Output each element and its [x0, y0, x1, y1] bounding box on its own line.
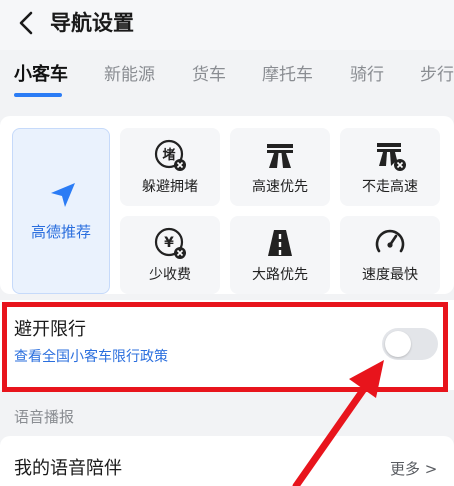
voice-section-label: 语音播报 [14, 408, 75, 426]
active-tab-indicator [14, 93, 62, 97]
tab-motorcycle[interactable]: 摩托车 [262, 62, 313, 88]
option-label: 少收费 [149, 267, 191, 283]
svg-text:¥: ¥ [164, 235, 174, 251]
tab-truck[interactable]: 货车 [192, 62, 226, 88]
no-highway-icon [377, 143, 406, 171]
recommended-label: 高德推荐 [30, 223, 91, 241]
option-label: 大路优先 [252, 267, 308, 283]
recommended-option[interactable]: 高德推荐 [12, 128, 110, 294]
annotation-highlight-box [2, 302, 448, 392]
tab-car[interactable]: 小客车 [14, 62, 68, 88]
main-road-icon [268, 230, 292, 256]
chevron-left-icon [19, 11, 33, 35]
more-link[interactable]: 更多 > [390, 458, 437, 480]
vehicle-tabs: 小客车 新能源 货车 摩托车 骑行 步行 [0, 56, 454, 106]
page-title: 导航设置 [50, 11, 134, 35]
option-label: 不走高速 [362, 179, 418, 195]
back-button[interactable] [12, 8, 40, 38]
speedometer-icon [375, 229, 405, 253]
option-fastest[interactable]: 速度最快 [340, 216, 440, 294]
option-highway-first[interactable]: 高速优先 [230, 128, 330, 206]
top-bar: 导航设置 [0, 0, 454, 50]
highway-icon [267, 144, 293, 168]
option-no-highway[interactable]: 不走高速 [340, 128, 440, 206]
navigation-arrow-icon [51, 183, 75, 207]
option-label: 高速优先 [252, 179, 308, 195]
avoid-congestion-icon: 堵 [154, 139, 186, 171]
tab-cycling[interactable]: 骑行 [350, 62, 384, 88]
option-less-toll[interactable]: ¥ 少收费 [120, 216, 220, 294]
svg-text:堵: 堵 [162, 147, 175, 163]
tab-walking[interactable]: 步行 [420, 62, 454, 88]
less-toll-icon: ¥ [154, 227, 186, 259]
option-label: 速度最快 [362, 267, 418, 283]
tab-new-energy[interactable]: 新能源 [104, 62, 155, 88]
option-label: 躲避拥堵 [142, 179, 198, 195]
option-avoid-congestion[interactable]: 堵 躲避拥堵 [120, 128, 220, 206]
voice-companion-title: 我的语音陪伴 [14, 458, 122, 479]
option-main-road[interactable]: 大路优先 [230, 216, 330, 294]
